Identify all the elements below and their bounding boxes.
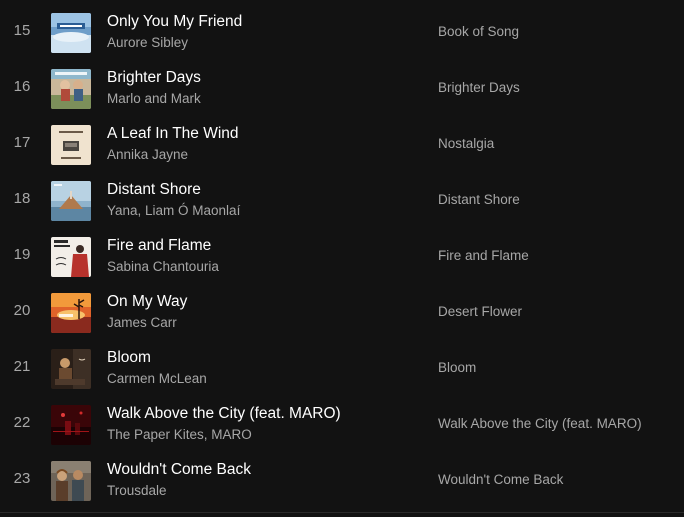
track-album[interactable]: Fire and Flame — [438, 248, 529, 263]
track-artist[interactable]: Annika Jayne — [107, 147, 188, 162]
track-number: 19 — [13, 246, 31, 263]
track-row[interactable]: 16 Brighter Days Marlo and Mark Brighter… — [0, 61, 684, 117]
track-title[interactable]: A Leaf In The Wind — [107, 125, 239, 143]
track-title[interactable]: Bloom — [107, 349, 151, 367]
album-cover-image[interactable] — [51, 461, 91, 501]
track-artist[interactable]: Sabina Chantouria — [107, 259, 219, 274]
track-number: 15 — [13, 22, 31, 39]
track-number: 20 — [13, 302, 31, 319]
album-cover-image[interactable] — [51, 405, 91, 445]
track-title[interactable]: Only You My Friend — [107, 13, 242, 31]
album-cover-image[interactable] — [51, 13, 91, 53]
track-list: 15 Only You My Friend Aurore Sibley Book… — [0, 0, 684, 517]
list-divider — [0, 512, 684, 513]
album-cover-image[interactable] — [51, 293, 91, 333]
track-title[interactable]: Walk Above the City (feat. MARO) — [107, 405, 341, 423]
album-cover-image[interactable] — [51, 349, 91, 389]
track-artist[interactable]: James Carr — [107, 315, 177, 330]
track-number: 18 — [13, 190, 31, 207]
track-album[interactable]: Nostalgia — [438, 136, 494, 151]
track-row[interactable]: 22 Walk Above the City (feat. MARO) The … — [0, 397, 684, 453]
track-number: 23 — [13, 470, 31, 487]
track-title[interactable]: Brighter Days — [107, 69, 201, 87]
track-row[interactable]: 21 Bloom Carmen McLean Bloom — [0, 341, 684, 397]
track-number: 17 — [13, 134, 31, 151]
track-row[interactable]: 15 Only You My Friend Aurore Sibley Book… — [0, 5, 684, 61]
track-number: 16 — [13, 78, 31, 95]
track-album[interactable]: Walk Above the City (feat. MARO) — [438, 416, 642, 431]
track-row[interactable]: 19 Fire and Flame Sabina Chantouria Fire… — [0, 229, 684, 285]
track-row[interactable]: 23 Wouldn't Come Back Trousdale Wouldn't… — [0, 453, 684, 509]
track-album[interactable]: Bloom — [438, 360, 476, 375]
track-album[interactable]: Brighter Days — [438, 80, 520, 95]
track-row[interactable]: 17 A Leaf In The Wind Annika Jayne Nosta… — [0, 117, 684, 173]
track-album[interactable]: Desert Flower — [438, 304, 522, 319]
track-row[interactable]: 20 On My Way James Carr Desert Flower — [0, 285, 684, 341]
track-album[interactable]: Book of Song — [438, 24, 519, 39]
track-artist[interactable]: Carmen McLean — [107, 371, 207, 386]
track-artist[interactable]: The Paper Kites, MARO — [107, 427, 252, 442]
album-cover-image[interactable] — [51, 125, 91, 165]
track-title[interactable]: Distant Shore — [107, 181, 201, 199]
track-title[interactable]: On My Way — [107, 293, 187, 311]
track-artist[interactable]: Aurore Sibley — [107, 35, 188, 50]
track-number: 22 — [13, 414, 31, 431]
album-cover-image[interactable] — [51, 69, 91, 109]
track-album[interactable]: Wouldn't Come Back — [438, 472, 563, 487]
album-cover-image[interactable] — [51, 181, 91, 221]
track-album[interactable]: Distant Shore — [438, 192, 520, 207]
track-artist[interactable]: Yana, Liam Ó Maonlaí — [107, 203, 240, 218]
album-cover-image[interactable] — [51, 237, 91, 277]
track-artist[interactable]: Marlo and Mark — [107, 91, 201, 106]
track-row[interactable]: 18 Distant Shore Yana, Liam Ó Maonlaí Di… — [0, 173, 684, 229]
track-number: 21 — [13, 358, 31, 375]
track-title[interactable]: Fire and Flame — [107, 237, 211, 255]
track-title[interactable]: Wouldn't Come Back — [107, 461, 251, 479]
track-artist[interactable]: Trousdale — [107, 483, 167, 498]
